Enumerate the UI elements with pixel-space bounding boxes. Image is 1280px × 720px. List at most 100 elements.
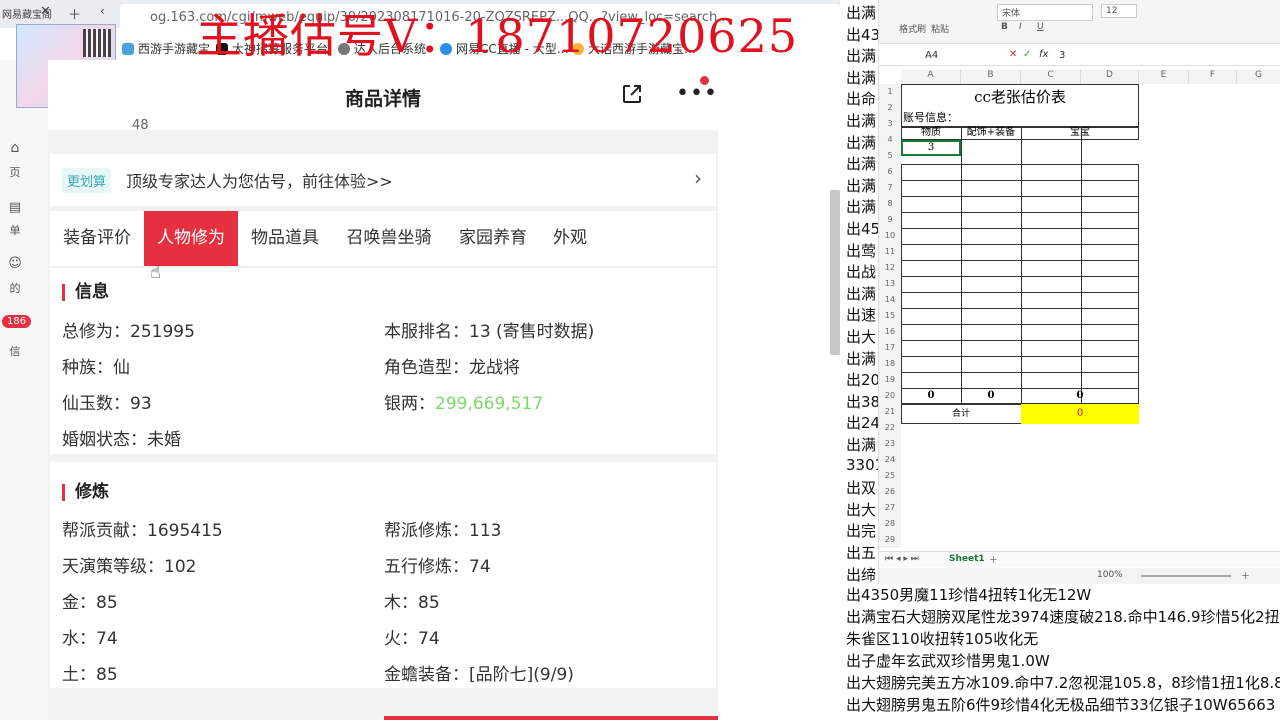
zoom-in-icon[interactable]: ＋	[1241, 569, 1250, 582]
sheet-cell[interactable]: 3	[901, 140, 961, 156]
row-header[interactable]: 19	[879, 372, 901, 388]
sheet-tab[interactable]: Sheet1	[949, 554, 985, 564]
grid-line	[901, 276, 1139, 277]
row-header[interactable]: 27	[879, 500, 901, 516]
nav-item-mine[interactable]: 的	[0, 280, 30, 296]
grid-line	[901, 292, 1139, 293]
nav-home-icon[interactable]: ⌂	[0, 140, 30, 156]
tab-character[interactable]: 人物修为	[144, 211, 238, 266]
row-header[interactable]: 7	[879, 180, 901, 196]
cell-reference[interactable]: A4	[925, 50, 938, 61]
new-tab-icon[interactable]: ＋	[68, 4, 81, 23]
row-header[interactable]: 1	[879, 84, 901, 100]
row-header[interactable]: 21	[879, 404, 901, 420]
font-size-select[interactable]: 12	[1101, 4, 1137, 18]
function-icon[interactable]: fx	[1039, 49, 1048, 60]
zoom-slider[interactable]	[1141, 575, 1231, 577]
row-header[interactable]: 12	[879, 260, 901, 276]
confirm-icon[interactable]: ✓	[1023, 49, 1031, 60]
row-header[interactable]: 15	[879, 308, 901, 324]
cultivation-item: 金：85	[62, 593, 118, 613]
info-item: 仙玉数：93	[62, 394, 152, 414]
sheet-cell[interactable]: 0	[901, 388, 961, 404]
row-header[interactable]: 29	[879, 532, 901, 548]
tab-items[interactable]: 物品道具	[238, 211, 332, 266]
cancel-icon[interactable]: ✕	[1009, 49, 1017, 60]
column-header[interactable]: C	[1021, 70, 1081, 84]
grid-line	[1081, 126, 1082, 404]
underline-button[interactable]: U	[1037, 22, 1044, 32]
row-header[interactable]: 2	[879, 100, 901, 116]
page-scrollbar[interactable]	[830, 190, 840, 355]
formula-value[interactable]: 3	[1059, 50, 1065, 61]
paste-button[interactable]: 粘贴	[931, 22, 949, 35]
sheet-cell[interactable]: 账号信息：	[903, 110, 983, 126]
listing-item-prefix: 出满	[846, 133, 877, 152]
nav-item-messages[interactable]: 信	[0, 343, 30, 359]
row-header[interactable]: 11	[879, 244, 901, 260]
row-header[interactable]: 5	[879, 148, 901, 164]
sheet-cell[interactable]: 0	[1021, 388, 1139, 404]
more-options-icon[interactable]: •••	[676, 83, 718, 105]
expert-appraisal-banner[interactable]: 更划算 顶级专家达人为您估号，前往体验>> ›	[50, 154, 716, 206]
row-header[interactable]: 25	[879, 468, 901, 484]
sheet-cell[interactable]: 0	[961, 388, 1021, 404]
row-header[interactable]: 28	[879, 516, 901, 532]
tab-close-icon[interactable]: ✕	[40, 4, 51, 19]
row-header[interactable]: 17	[879, 340, 901, 356]
row-header[interactable]: 26	[879, 484, 901, 500]
italic-button[interactable]: I	[1019, 22, 1022, 32]
tab-equipment[interactable]: 装备评价	[50, 211, 144, 266]
sheet-cell[interactable]: cc老张估价表	[901, 84, 1139, 110]
sheet-nav-icon[interactable]: ⏮ ◂ ▸ ⏭	[885, 554, 919, 564]
row-header[interactable]: 24	[879, 452, 901, 468]
font-select[interactable]: 宋体	[997, 4, 1093, 21]
tab-pets-mounts[interactable]: 召唤兽坐骑	[332, 211, 446, 266]
nav-order-icon[interactable]: ▤	[0, 200, 30, 215]
tab-home[interactable]: 家园养育	[446, 211, 540, 266]
row-header[interactable]: 23	[879, 436, 901, 452]
row-header[interactable]: 6	[879, 164, 901, 180]
sheet-cell[interactable]: 宝宝	[1021, 126, 1139, 140]
row-header[interactable]: 8	[879, 196, 901, 212]
column-header[interactable]: A	[901, 70, 961, 84]
cultivation-item: 火：74	[384, 629, 440, 649]
cultivation-item: 五行修炼：74	[384, 557, 491, 577]
row-header[interactable]: 16	[879, 324, 901, 340]
column-header[interactable]: G	[1237, 70, 1280, 84]
column-header[interactable]: E	[1139, 70, 1189, 84]
row-header[interactable]: 18	[879, 356, 901, 372]
column-header[interactable]: F	[1189, 70, 1237, 84]
zoom-level[interactable]: 100%	[1097, 570, 1123, 580]
listing-item-prefix: 出45	[846, 220, 881, 238]
back-icon[interactable]: ‹	[100, 4, 105, 18]
format-painter-button[interactable]: 格式刷	[899, 22, 926, 35]
row-header[interactable]: 22	[879, 420, 901, 436]
row-header[interactable]: 9	[879, 212, 901, 228]
nav-item-home[interactable]: 页	[0, 164, 30, 180]
sheet-cell[interactable]: 物质	[901, 126, 961, 140]
nav-user-icon[interactable]: ☺	[0, 256, 30, 271]
table-border	[901, 164, 1139, 404]
tab-appearance[interactable]: 外观	[540, 211, 600, 266]
notification-dot	[700, 76, 709, 85]
row-header[interactable]: 4	[879, 132, 901, 148]
sheet-cell[interactable]: 合计	[901, 404, 1021, 424]
listing-item-prefix: 出五	[846, 544, 877, 562]
nav-item-order[interactable]: 单	[0, 222, 30, 238]
add-sheet-icon[interactable]: ＋	[989, 553, 998, 566]
row-header[interactable]: 14	[879, 292, 901, 308]
sheet-cell[interactable]: 0	[1021, 404, 1139, 424]
status-bar: 100% ＋	[879, 568, 1280, 584]
row-header[interactable]: 3	[879, 116, 901, 132]
column-header[interactable]: B	[961, 70, 1021, 84]
row-header[interactable]: 10	[879, 228, 901, 244]
row-header[interactable]: 20	[879, 388, 901, 404]
buy-button-edge[interactable]	[384, 716, 718, 720]
column-header[interactable]: D	[1081, 70, 1139, 84]
row-header[interactable]: 13	[879, 276, 901, 292]
sheet-cell[interactable]: 配饰+装备	[961, 126, 1021, 140]
listing-item: 出4350男魔11珍惜4扭转1化无12W	[846, 586, 1092, 604]
share-icon[interactable]	[620, 82, 644, 106]
bold-button[interactable]: B	[1001, 22, 1008, 32]
